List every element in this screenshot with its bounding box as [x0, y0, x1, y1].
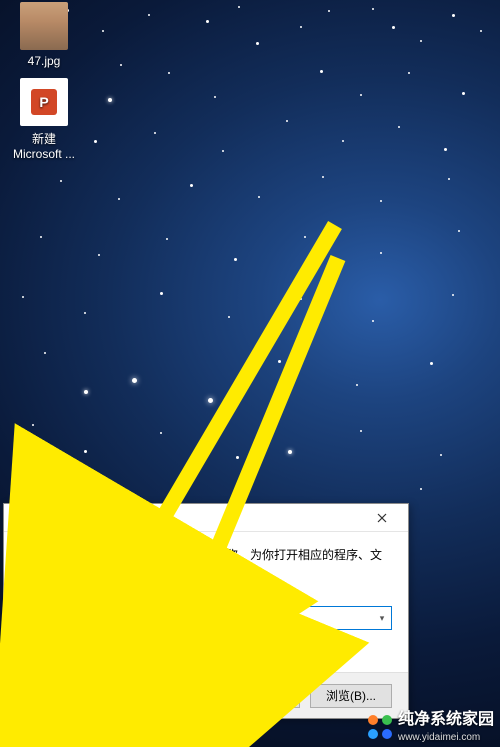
dropdown-button[interactable]: ▾: [373, 607, 391, 629]
watermark: 纯净系统家园 www.yidaimei.com: [368, 711, 494, 743]
run-titlebar-icon: [10, 510, 26, 526]
open-input[interactable]: [75, 611, 373, 626]
run-program-icon: [20, 548, 56, 584]
desktop-icon-file-47jpg[interactable]: 47.jpg: [6, 2, 82, 68]
desktop-icon-label: 新建 Microsoft ...: [6, 130, 82, 161]
titlebar[interactable]: 运行: [4, 504, 408, 532]
open-combobox[interactable]: ▾: [74, 606, 392, 630]
watermark-brand: 纯净系统家园: [398, 711, 494, 728]
close-button[interactable]: [362, 506, 402, 530]
browse-button[interactable]: 浏览(B)...: [310, 684, 392, 708]
watermark-url: www.yidaimei.com: [398, 732, 480, 743]
run-description: Windows 将根据你所输入的名称，为你打开相应的程序、文件夹、文档或 Int…: [66, 546, 392, 584]
desktop-icon-file-newppt[interactable]: P 新建 Microsoft ...: [6, 78, 82, 161]
powerpoint-file-icon: P: [20, 78, 68, 126]
run-dialog: 运行 Windows 将根据你所输入的名称，为你打开相应的程序、文件夹、文档或 …: [3, 503, 409, 719]
dialog-button-row: 确定 取消 浏览(B)...: [4, 672, 408, 718]
ok-button[interactable]: 确定: [126, 684, 208, 708]
desktop-icon-label: 47.jpg: [6, 54, 82, 68]
chevron-down-icon: ▾: [380, 613, 385, 624]
open-label: 打开(O):: [20, 610, 74, 627]
watermark-logo-icon: [368, 715, 392, 739]
cancel-button[interactable]: 取消: [218, 684, 300, 708]
dialog-title: 运行: [32, 509, 362, 526]
image-thumbnail-icon: [20, 2, 68, 50]
desktop[interactable]: 47.jpg P 新建 Microsoft ... 运行: [0, 0, 500, 747]
close-icon: [377, 513, 387, 523]
